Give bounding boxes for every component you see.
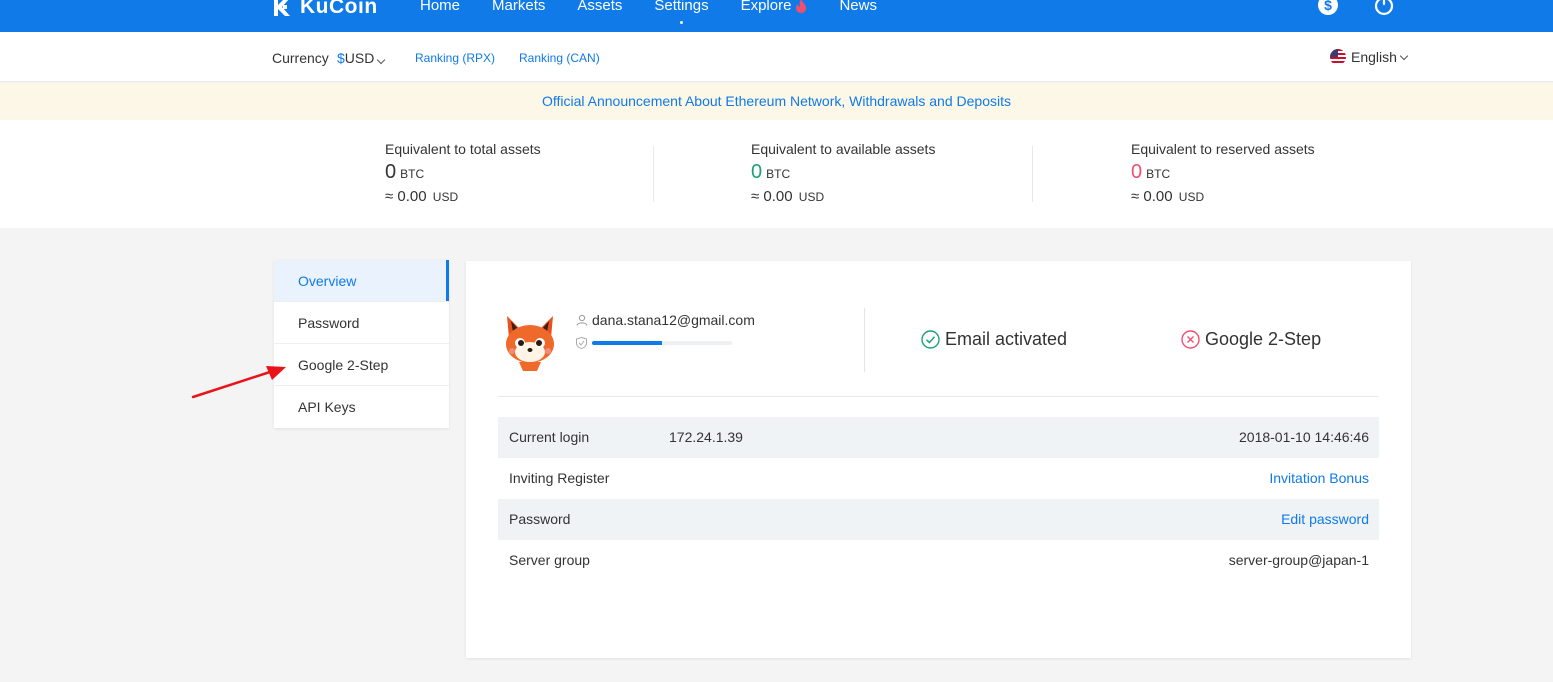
announcement-link[interactable]: Official Announcement About Ethereum Net… [542, 93, 1011, 109]
nav-explore[interactable]: Explore [741, 0, 808, 18]
available-assets: Equivalent to available assets 0 BTC ≈ 0.… [751, 141, 935, 205]
settings-sidemenu: Overview Password Google 2-Step API Keys [274, 260, 449, 428]
sidemenu-item-overview[interactable]: Overview [274, 260, 449, 302]
nav-assets[interactable]: Assets [577, 0, 622, 18]
sub-header: Currency $USD Ranking (RPX) Ranking (CAN… [0, 32, 1553, 82]
divider [864, 308, 865, 372]
total-usd-value: ≈ 0.00 [385, 188, 427, 205]
nav-settings[interactable]: Settings [654, 0, 709, 24]
email-text: dana.stana12@gmail.com [592, 312, 755, 328]
overview-panel: dana.stana12@gmail.com Email activated G… [466, 261, 1411, 658]
dollar-circle-icon[interactable]: $ [1317, 0, 1339, 16]
reserved-assets: Equivalent to reserved assets 0 BTC ≈ 0.0… [1131, 141, 1315, 205]
chevron-down-icon [377, 55, 386, 65]
fire-icon [796, 0, 807, 13]
reserved-btc-value: 0 [1131, 161, 1143, 183]
invitation-bonus-link[interactable]: Invitation Bonus [1269, 458, 1369, 499]
table-row-password: Password Edit password [498, 499, 1379, 540]
current-login-label: Current login [509, 429, 590, 445]
usd-unit: USD [798, 190, 825, 204]
nav-explore-label: Explore [740, 0, 792, 14]
server-group-label: Server group [509, 552, 590, 568]
reserved-usd-value: ≈ 0.00 [1131, 188, 1173, 205]
divider [1032, 146, 1033, 202]
security-progress-fill [592, 341, 662, 345]
user-icon [576, 314, 588, 326]
currency-label: Currency [272, 50, 329, 66]
usd-unit: USD [1178, 190, 1205, 204]
assets-summary: Equivalent to total assets 0 BTC ≈ 0.00 U… [0, 120, 1553, 228]
btc-unit: BTC [766, 167, 791, 181]
password-label: Password [509, 511, 571, 527]
account-info-table: Current login 172.24.1.39 2018-01-10 14:… [498, 417, 1379, 581]
edit-password-link[interactable]: Edit password [1281, 499, 1369, 540]
table-row-inviting: Inviting Register Invitation Bonus [498, 458, 1379, 499]
announcement-bar: Official Announcement About Ethereum Net… [0, 83, 1553, 120]
available-usd-value: ≈ 0.00 [751, 188, 793, 205]
available-assets-title: Equivalent to available assets [751, 141, 936, 157]
nav-settings-label: Settings [654, 0, 709, 14]
email-activated-status: Email activated [921, 329, 1067, 350]
reserved-assets-title: Equivalent to reserved assets [1131, 141, 1315, 157]
us-flag-icon [1330, 49, 1346, 65]
inviting-label: Inviting Register [509, 470, 610, 486]
currency-symbol: $ [337, 50, 345, 66]
sidemenu-item-password[interactable]: Password [274, 302, 449, 344]
kucoin-logo[interactable]: KuCoin [272, 0, 378, 22]
email-status-label: Email activated [945, 329, 1068, 349]
annotation-arrow-icon [191, 366, 286, 399]
available-btc-value: 0 [751, 161, 763, 183]
fox-avatar[interactable] [501, 312, 559, 372]
total-btc-value: 0 [385, 161, 397, 183]
nav-news[interactable]: News [839, 0, 877, 18]
ranking-rpx-link[interactable]: Ranking (RPX) [415, 51, 495, 65]
top-nav: KuCoin Home Markets Assets Settings Expl… [0, 0, 1553, 32]
table-row-server-group: Server group server-group@japan-1 [498, 540, 1379, 581]
google-status-label: Google 2-Step [1205, 329, 1322, 349]
current-login-ip: 172.24.1.39 [669, 429, 743, 445]
btc-unit: BTC [400, 167, 425, 181]
chevron-down-icon [1399, 51, 1409, 60]
current-login-time: 2018-01-10 14:46:46 [1239, 429, 1369, 445]
main-nav: Home Markets Assets Settings Explore New… [420, 0, 909, 24]
check-circle-icon [921, 330, 940, 349]
language-select[interactable]: English [1330, 49, 1409, 65]
sidemenu-item-google-2-step[interactable]: Google 2-Step [274, 344, 449, 386]
shield-icon [576, 337, 587, 349]
total-assets: Equivalent to total assets 0 BTC ≈ 0.00 U… [385, 141, 541, 205]
active-indicator [680, 21, 684, 24]
sidemenu-item-api-keys[interactable]: API Keys [274, 386, 449, 428]
nav-home[interactable]: Home [420, 0, 460, 18]
usd-unit: USD [432, 190, 459, 204]
currency-value: USD [344, 50, 375, 66]
user-email: dana.stana12@gmail.com [576, 312, 755, 328]
total-assets-title: Equivalent to total assets [385, 141, 541, 157]
btc-unit: BTC [1146, 167, 1171, 181]
google-2-step-status[interactable]: Google 2-Step [1181, 329, 1321, 350]
brand-name: KuCoin [300, 0, 378, 18]
security-level [576, 337, 732, 349]
currency-select[interactable]: $USD [337, 50, 386, 66]
svg-text:$: $ [1324, 0, 1332, 13]
security-progress-bar [592, 341, 732, 345]
nav-news-label: News [839, 0, 877, 14]
power-icon[interactable] [1373, 0, 1395, 16]
language-label: English [1351, 49, 1397, 65]
nav-assets-label: Assets [577, 0, 623, 14]
ranking-can-link[interactable]: Ranking (CAN) [519, 51, 600, 65]
kucoin-logo-icon [274, 0, 290, 16]
divider [498, 396, 1379, 397]
server-group-value: server-group@japan-1 [1228, 552, 1369, 568]
table-row-current-login: Current login 172.24.1.39 2018-01-10 14:… [498, 417, 1379, 458]
divider [653, 146, 654, 202]
nav-markets[interactable]: Markets [492, 0, 545, 18]
nav-home-label: Home [420, 0, 461, 14]
x-circle-icon [1181, 330, 1200, 349]
nav-markets-label: Markets [492, 0, 546, 14]
